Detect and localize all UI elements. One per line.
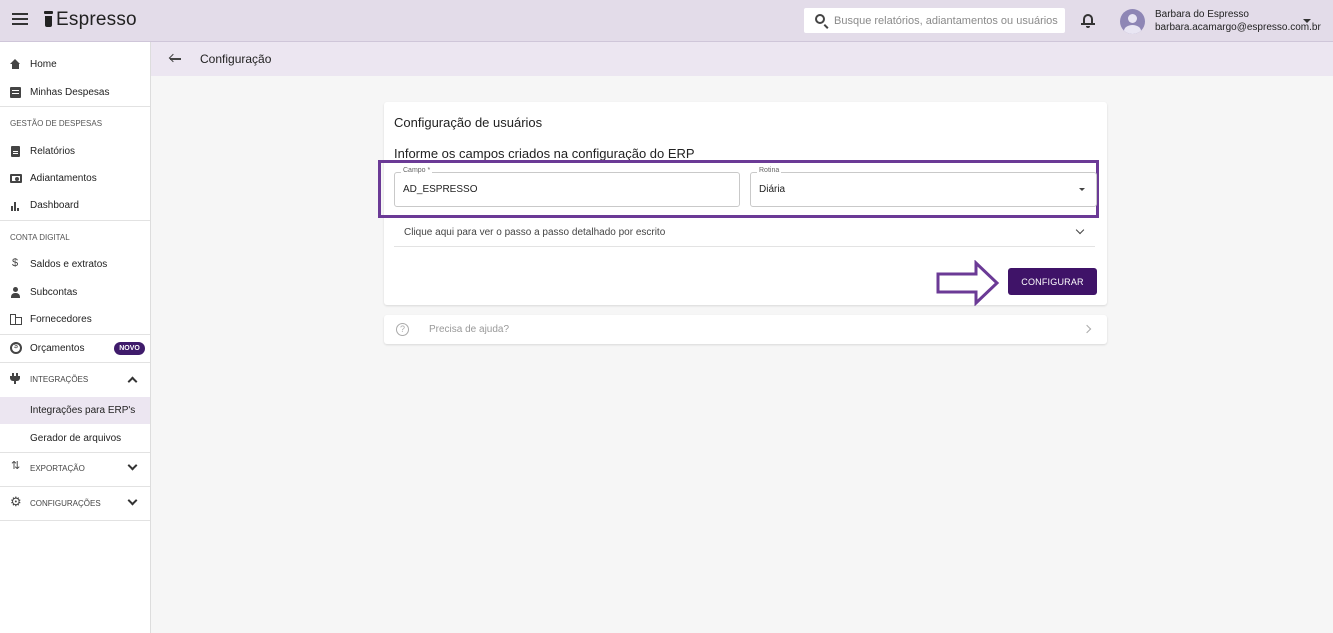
user-name: Barbara do Espresso (1155, 9, 1249, 20)
divider (0, 520, 150, 521)
help-label: Precisa de ajuda? (429, 324, 510, 335)
sidebar-group-label: CONFIGURAÇÕES (30, 498, 101, 508)
dropdown-caret-icon (1079, 188, 1085, 191)
swap-icon: ⇅ (11, 460, 21, 472)
help-question-icon: ? (396, 323, 409, 336)
list-icon (10, 87, 21, 98)
chevron-down-icon (1075, 225, 1085, 235)
section-conta-label: CONTA DIGITAL (10, 233, 70, 242)
search-box[interactable] (804, 8, 1065, 33)
avatar[interactable] (1120, 9, 1145, 34)
configurar-button[interactable]: CONFIGURAR (1008, 268, 1097, 295)
sidebar-item-label: Subcontas (30, 286, 78, 298)
hamburger-menu-icon[interactable] (12, 13, 28, 27)
sidebar-item-label: Dashboard (30, 199, 79, 211)
building-icon (10, 314, 22, 325)
sidebar-group-exportacao[interactable]: ⇅ EXPORTAÇÃO (0, 456, 150, 480)
chart-icon (10, 200, 21, 211)
sidebar: Home Minhas Despesas GESTÃO DE DESPESAS … (0, 42, 151, 633)
divider (0, 486, 150, 487)
page-header: Configuração (151, 42, 1333, 76)
money-icon (10, 174, 22, 183)
chevron-down-icon (127, 495, 138, 506)
sidebar-item-label: Adiantamentos (30, 172, 97, 184)
budget-icon: $ (10, 342, 22, 354)
step-by-step-accordion[interactable]: Clique aqui para ver o passo a passo det… (394, 221, 1095, 247)
espresso-logo[interactable]: Espresso (43, 9, 137, 31)
sidebar-item-relatorios[interactable]: Relatórios (0, 139, 150, 163)
campo-value[interactable]: AD_ESPRESSO (403, 184, 477, 195)
page-title: Configuração (200, 52, 272, 66)
rotina-select[interactable]: Rotina Diária (750, 167, 1097, 207)
divider (0, 220, 150, 221)
person-icon (10, 287, 21, 298)
sidebar-group-label: INTEGRAÇÕES (30, 374, 89, 384)
plug-icon (10, 373, 21, 384)
section-gestao-label: GESTÃO DE DESPESAS (10, 119, 103, 128)
main-content: Configuração Configuração de usuários In… (151, 42, 1333, 633)
home-icon (10, 59, 21, 70)
sidebar-item-label: Fornecedores (30, 313, 92, 325)
campo-field[interactable]: Campo * AD_ESPRESSO (394, 167, 740, 207)
sidebar-item-label: Minhas Despesas (30, 86, 110, 98)
sidebar-item-label: Home (30, 58, 57, 70)
divider (0, 106, 150, 107)
dollar-icon: $ (12, 257, 19, 269)
sidebar-group-configuracoes[interactable]: ⚙ CONFIGURAÇÕES (0, 491, 150, 515)
sidebar-item-label: Relatórios (30, 145, 76, 157)
sidebar-item-minhas-despesas[interactable]: Minhas Despesas (0, 80, 150, 104)
rotina-value[interactable]: Diária (759, 184, 785, 195)
sidebar-item-home[interactable]: Home (0, 52, 150, 76)
campo-label: Campo * (401, 167, 433, 174)
config-card: Configuração de usuários Informe os camp… (378, 102, 1107, 306)
sidebar-item-subcontas[interactable]: Subcontas (0, 280, 150, 304)
help-panel[interactable]: ? Precisa de ajuda? (384, 315, 1107, 344)
user-menu-caret-icon[interactable] (1303, 19, 1311, 23)
sidebar-item-label: Saldos e extratos (30, 258, 108, 270)
search-input[interactable] (834, 11, 1059, 30)
sidebar-item-gerador-arquivos[interactable]: Gerador de arquivos (0, 426, 150, 450)
notification-bell-icon[interactable] (1081, 13, 1095, 29)
pointer-arrow-annotation (936, 260, 1000, 306)
sidebar-item-saldos-extratos[interactable]: $ Saldos e extratos (0, 252, 150, 276)
sidebar-group-label: EXPORTAÇÃO (30, 463, 85, 473)
sidebar-item-fornecedores[interactable]: Fornecedores (0, 307, 150, 331)
sidebar-item-label: Integrações para ERP's (30, 405, 136, 416)
sidebar-item-orcamentos[interactable]: $ Orçamentos NOVO (0, 336, 150, 360)
logo-text: Espresso (56, 9, 137, 30)
divider (0, 362, 150, 363)
divider (0, 452, 150, 453)
search-icon (815, 14, 825, 24)
chevron-down-icon (127, 460, 138, 471)
accordion-label: Clique aqui para ver o passo a passo det… (404, 227, 666, 238)
chevron-up-icon (127, 376, 138, 387)
user-email: barbara.acamargo@espresso.com.br (1155, 22, 1321, 33)
sidebar-item-label: Gerador de arquivos (30, 432, 122, 444)
chevron-right-icon (1082, 324, 1092, 334)
espresso-cup-icon (43, 11, 54, 29)
sidebar-item-dashboard[interactable]: Dashboard (0, 193, 150, 217)
top-bar: Espresso Barbara do Espresso barbara.aca… (0, 0, 1333, 42)
sidebar-group-integracoes[interactable]: INTEGRAÇÕES (0, 367, 150, 391)
sidebar-item-adiantamentos[interactable]: Adiantamentos (0, 166, 150, 190)
sidebar-item-integracoes-erp[interactable]: Integrações para ERP's (0, 397, 150, 424)
card-title: Configuração de usuários (394, 115, 543, 130)
document-icon (11, 146, 20, 157)
novo-badge: NOVO (114, 342, 145, 355)
back-arrow-icon[interactable] (168, 53, 181, 64)
divider (0, 334, 150, 335)
gear-icon: ⚙ (10, 494, 22, 509)
rotina-label: Rotina (757, 167, 782, 174)
sidebar-item-label: Orçamentos (30, 342, 85, 354)
card-subtitle: Informe os campos criados na configuraçã… (394, 146, 695, 161)
